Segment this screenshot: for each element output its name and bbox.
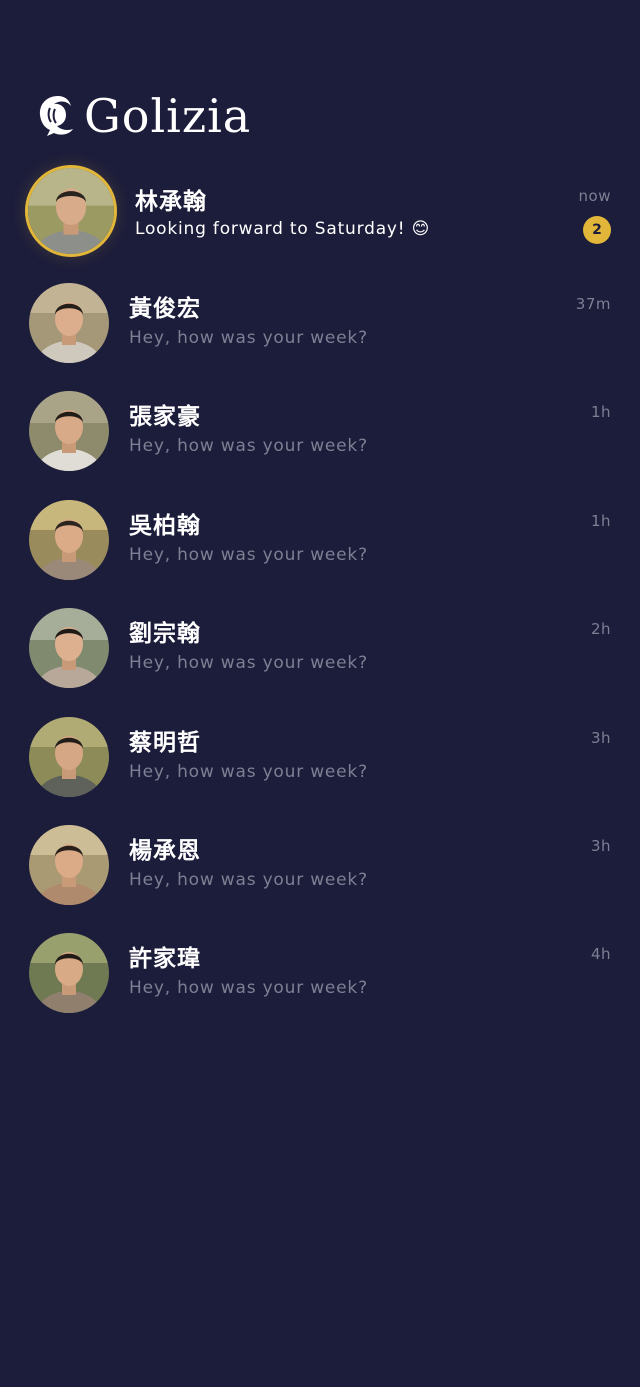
- chat-row[interactable]: 許家瑋 Hey, how was your week? 4h: [0, 925, 640, 1033]
- avatar[interactable]: [29, 608, 109, 689]
- app-logo-text: Golizia: [84, 89, 252, 143]
- message-preview: Hey, how was your week?: [129, 869, 368, 890]
- message-time: 2h: [590, 620, 611, 639]
- logo-icon: [39, 96, 73, 136]
- message-time: 3h: [590, 836, 611, 855]
- chat-row[interactable]: 蔡明哲 Hey, how was your week? 3h: [0, 709, 640, 817]
- contact-name: 劉宗翰: [129, 621, 201, 648]
- message-time: 3h: [590, 728, 611, 747]
- avatar[interactable]: [29, 391, 109, 472]
- contact-name: 張家豪: [129, 404, 201, 431]
- message-preview: Looking forward to Saturday! 😊: [135, 219, 431, 239]
- message-time: now: [578, 187, 611, 205]
- avatar[interactable]: [28, 168, 114, 254]
- message-preview: Hey, how was your week?: [129, 328, 368, 348]
- contact-name: 林承翰: [135, 189, 207, 215]
- message-time: 1h: [590, 511, 611, 530]
- contact-name: 黃俊宏: [129, 296, 201, 322]
- avatar[interactable]: [29, 933, 109, 1014]
- chat-row[interactable]: 林承翰 Looking forward to Saturday! 😊 now 2: [0, 160, 640, 275]
- app-header: Golizia: [36, 88, 251, 144]
- message-time: 37m: [575, 295, 611, 313]
- message-preview: Hey, how was your week?: [129, 761, 368, 782]
- chat-row[interactable]: 楊承恩 Hey, how was your week? 3h: [0, 817, 640, 925]
- chat-list: 林承翰 Looking forward to Saturday! 😊 now 2…: [0, 160, 640, 1034]
- contact-name: 許家瑋: [129, 946, 201, 973]
- avatar[interactable]: [29, 499, 109, 580]
- chat-row[interactable]: 黃俊宏 Hey, how was your week? 37m: [0, 275, 640, 383]
- contact-name: 楊承恩: [129, 837, 201, 864]
- avatar[interactable]: [29, 283, 109, 363]
- message-time: 4h: [590, 945, 611, 964]
- avatar[interactable]: [29, 824, 109, 905]
- contact-name: 蔡明哲: [129, 729, 201, 756]
- message-preview: Hey, how was your week?: [129, 978, 368, 999]
- chat-row[interactable]: 張家豪 Hey, how was your week? 1h: [0, 383, 640, 491]
- chat-row[interactable]: 吳柏翰 Hey, how was your week? 1h: [0, 492, 640, 600]
- message-preview: Hey, how was your week?: [129, 436, 368, 457]
- unread-badge: 2: [583, 216, 611, 244]
- contact-name: 吳柏翰: [129, 512, 201, 539]
- chat-row[interactable]: 劉宗翰 Hey, how was your week? 2h: [0, 600, 640, 708]
- message-time: 1h: [590, 403, 611, 422]
- avatar[interactable]: [29, 716, 109, 797]
- message-preview: Hey, how was your week?: [129, 653, 368, 674]
- message-preview: Hey, how was your week?: [129, 544, 368, 565]
